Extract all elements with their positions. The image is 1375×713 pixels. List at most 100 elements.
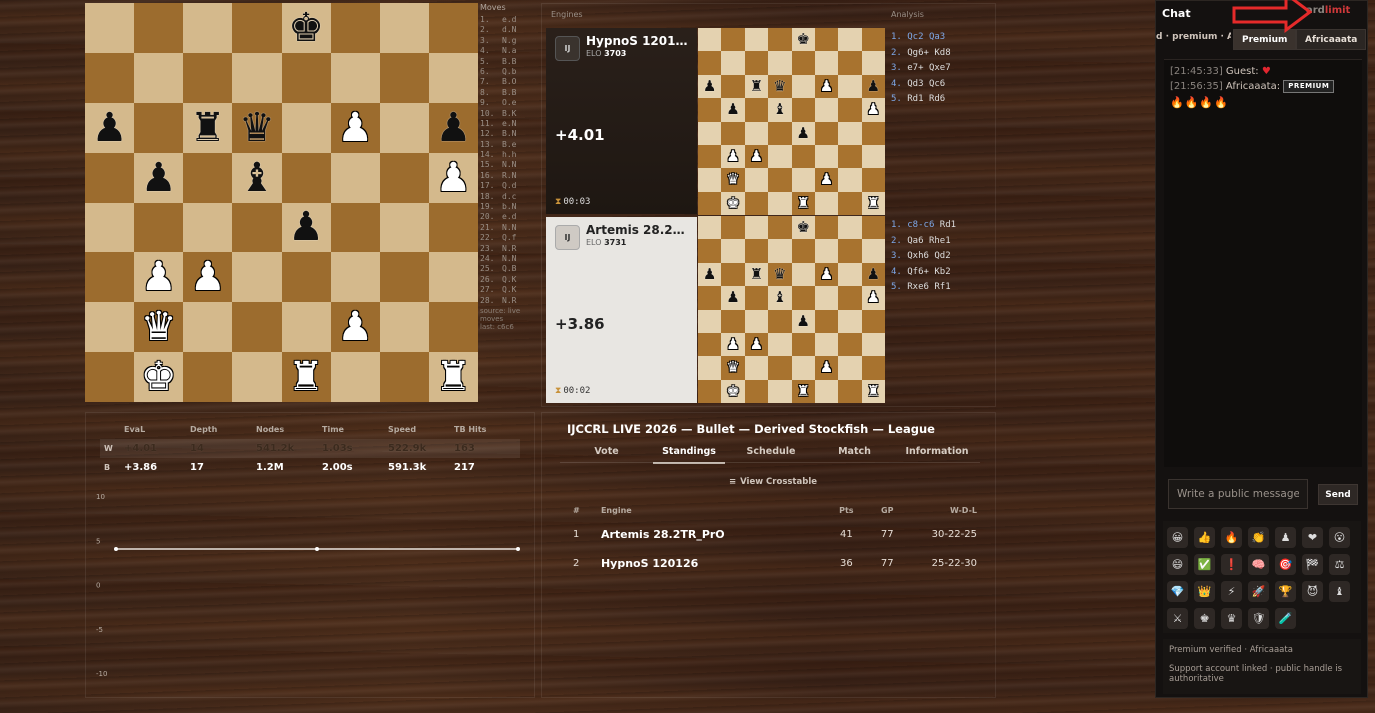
board-square[interactable]: ♜ [791, 191, 815, 215]
tab-vote[interactable]: Vote [560, 444, 653, 464]
board-square[interactable]: ♛ [721, 356, 745, 380]
black-queen-icon[interactable]: ♛ [773, 266, 786, 282]
black-king-icon[interactable]: ♚ [796, 220, 809, 235]
board-square[interactable]: ♟ [861, 262, 885, 287]
board-square[interactable] [861, 239, 885, 263]
board-square[interactable] [838, 332, 862, 357]
board-square[interactable] [744, 356, 769, 380]
white-pawn-icon[interactable]: ♟ [820, 266, 833, 282]
black-pawn-icon[interactable]: ♟ [796, 125, 809, 141]
move-item[interactable]: 6. Q.b [480, 67, 532, 77]
board-square[interactable]: ♚ [791, 216, 815, 240]
board-square[interactable] [744, 216, 769, 240]
board-square[interactable] [85, 52, 135, 103]
board-square[interactable]: ♟ [791, 121, 815, 145]
board-square[interactable]: ♜ [744, 74, 769, 99]
black-pawn-icon[interactable]: ♟ [141, 158, 177, 198]
board-square[interactable] [744, 309, 769, 333]
board-square[interactable] [330, 352, 380, 402]
board-square[interactable] [791, 332, 815, 357]
board-square[interactable] [768, 379, 792, 403]
emoji-button[interactable]: ♟ [1275, 527, 1296, 548]
chat-log[interactable]: [21:45:33] Guest: ♥ [21:56:35] Africaaat… [1164, 59, 1362, 467]
board-square[interactable] [698, 286, 722, 310]
emoji-button[interactable]: 🏁 [1302, 554, 1323, 575]
board-square[interactable] [330, 52, 380, 103]
board-square[interactable] [838, 286, 862, 310]
white-king-icon[interactable]: ♚ [726, 383, 739, 399]
white-pawn-icon[interactable]: ♟ [820, 78, 833, 94]
board-square[interactable]: ♟ [721, 286, 745, 310]
board-square[interactable] [85, 3, 135, 53]
board-square[interactable] [814, 216, 839, 240]
board-square[interactable]: ♟ [183, 252, 233, 303]
board-square[interactable]: ♜ [791, 379, 815, 403]
move-item[interactable]: 12. B.N [480, 129, 532, 139]
board-square[interactable] [838, 262, 862, 287]
board-square[interactable] [232, 3, 282, 53]
board-square[interactable] [698, 121, 722, 145]
white-rook-icon[interactable]: ♜ [436, 357, 472, 397]
board-square[interactable] [721, 74, 745, 99]
black-rook-icon[interactable]: ♜ [750, 266, 763, 282]
move-item[interactable]: 13. B.e [480, 140, 532, 150]
board-square[interactable] [183, 302, 233, 353]
board-square[interactable] [814, 144, 839, 169]
move-item[interactable]: 28. N.R [480, 296, 532, 306]
board-square[interactable]: ♜ [428, 352, 478, 402]
emoji-button[interactable]: 👍 [1194, 527, 1215, 548]
board-square[interactable] [768, 239, 792, 263]
emoji-button[interactable]: ♚ [1194, 608, 1215, 629]
board-square[interactable] [838, 28, 862, 52]
emoji-button[interactable]: ❗ [1221, 554, 1242, 575]
board-square[interactable]: ♟ [744, 332, 769, 357]
move-item[interactable]: 20. e.d [480, 212, 532, 222]
emoji-button[interactable]: ⚡ [1221, 581, 1242, 602]
board-square[interactable] [744, 28, 769, 52]
board-square[interactable] [814, 98, 839, 122]
board-square[interactable] [791, 144, 815, 169]
board-square[interactable]: ♟ [721, 98, 745, 122]
black-pawn-icon[interactable]: ♟ [703, 266, 716, 282]
move-item[interactable]: 19. b.N [480, 202, 532, 212]
board-square[interactable]: ♛ [134, 302, 184, 353]
board-square[interactable] [698, 191, 722, 215]
board-square[interactable] [330, 3, 380, 53]
board-square[interactable] [814, 28, 839, 52]
board-square[interactable] [744, 239, 769, 263]
board-square[interactable] [768, 51, 792, 75]
board-square[interactable]: ♟ [428, 102, 478, 153]
board-square[interactable] [85, 252, 135, 303]
emoji-button[interactable]: 🧪 [1275, 608, 1296, 629]
board-square[interactable] [85, 302, 135, 353]
board-square[interactable] [379, 102, 429, 153]
board-square[interactable] [698, 379, 722, 403]
board-square[interactable]: ♟ [814, 168, 839, 192]
board-square[interactable]: ♟ [698, 262, 722, 287]
black-pawn-icon[interactable]: ♟ [288, 207, 324, 247]
white-rook-icon[interactable]: ♜ [867, 195, 880, 211]
black-pawn-icon[interactable]: ♟ [867, 78, 880, 94]
board-square[interactable] [721, 28, 745, 52]
white-pawn-icon[interactable]: ♟ [436, 158, 472, 198]
board-square[interactable]: ♟ [814, 262, 839, 287]
board-square[interactable] [791, 51, 815, 75]
black-rook-icon[interactable]: ♜ [190, 108, 226, 148]
move-item[interactable]: 7. B.O [480, 77, 532, 87]
board-square[interactable] [281, 152, 331, 203]
board-square[interactable]: ♚ [721, 379, 745, 403]
board-square[interactable] [330, 202, 380, 253]
board-square[interactable] [721, 51, 745, 75]
board-square[interactable] [791, 356, 815, 380]
move-item[interactable]: 23. N.R [480, 244, 532, 254]
black-queen-icon[interactable]: ♛ [773, 78, 786, 94]
black-pawn-icon[interactable]: ♟ [703, 78, 716, 94]
board-square[interactable] [814, 286, 839, 310]
emoji-button[interactable]: 😮 [1329, 527, 1350, 548]
white-rook-icon[interactable]: ♜ [867, 383, 880, 399]
white-pawn-icon[interactable]: ♟ [750, 337, 763, 352]
board-square[interactable] [698, 239, 722, 263]
board-square[interactable] [428, 252, 478, 303]
board-square[interactable] [768, 121, 792, 145]
tab-match[interactable]: Match [817, 444, 892, 464]
